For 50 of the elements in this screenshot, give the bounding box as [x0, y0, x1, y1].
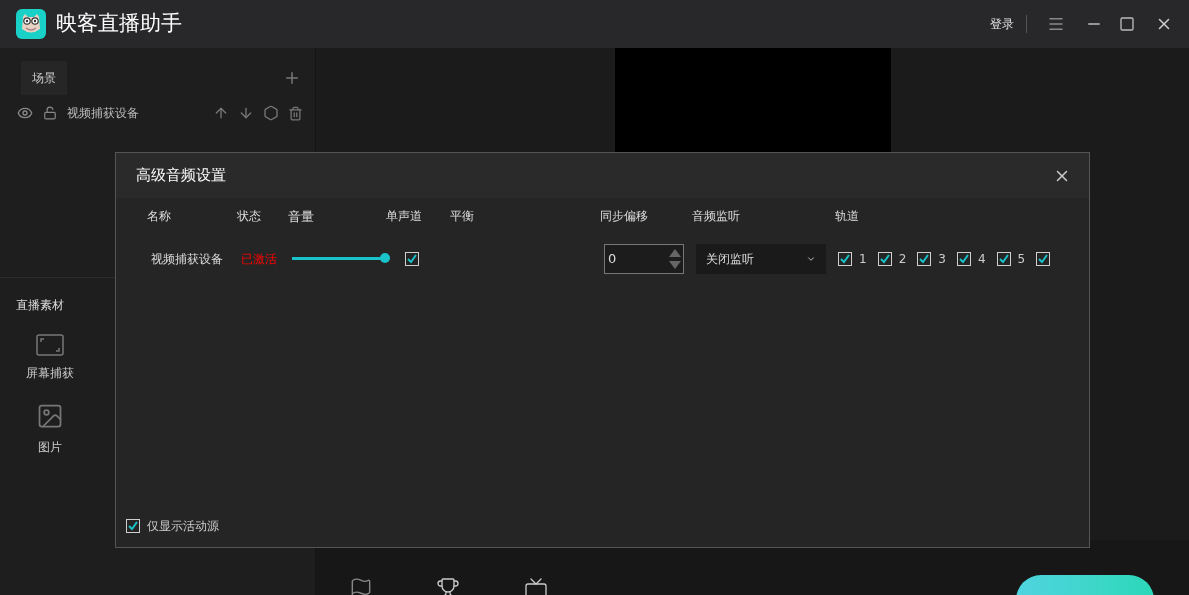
track-label: 1	[859, 250, 867, 268]
checkbox[interactable]	[838, 251, 852, 266]
column-header: 状态	[237, 208, 262, 225]
checkbox[interactable]	[996, 251, 1011, 266]
checkbox[interactable]	[917, 251, 932, 266]
track-label: 4	[977, 250, 986, 268]
checkbox[interactable]	[956, 251, 971, 266]
eye-icon[interactable]	[17, 105, 33, 121]
offset-spinbox[interactable]: 0	[604, 243, 684, 274]
column-header: 平衡	[450, 208, 475, 225]
checkbox[interactable]	[1036, 251, 1051, 266]
delete-icon[interactable]	[288, 105, 303, 121]
unlock-icon[interactable]	[43, 106, 57, 120]
login-link[interactable]: 登录	[990, 15, 1027, 33]
material-button[interactable]: 图片	[0, 402, 100, 456]
menu-icon[interactable]	[1047, 15, 1065, 33]
maximize-icon[interactable]	[1119, 16, 1135, 32]
move-down-icon[interactable]	[238, 105, 254, 121]
material-button[interactable]: 屏幕捕获	[0, 334, 100, 382]
volume-slider[interactable]	[292, 252, 390, 265]
slider-thumb[interactable]	[380, 253, 390, 263]
scene-tab[interactable]: 场景	[21, 61, 67, 95]
section-title: 直播素材	[16, 297, 65, 314]
track-label: 3	[938, 250, 946, 268]
monitor-dropdown[interactable]: 关闭监听	[696, 243, 826, 274]
checkbox-label: 仅显示活动源	[147, 518, 219, 535]
screen-capture-icon	[36, 334, 64, 356]
column-header: 单声道	[386, 208, 423, 225]
checkbox[interactable]	[405, 251, 419, 266]
image-icon	[36, 402, 64, 430]
column-header: 名称	[147, 208, 172, 225]
dialog-title: 高级音频设置	[136, 165, 226, 187]
column-header: 音频监听	[692, 208, 741, 225]
track-label: 5	[1017, 250, 1026, 268]
app-title: 映客直播助手	[56, 10, 182, 38]
owl-logo-icon	[16, 9, 46, 39]
source-name[interactable]: 视频捕获设备	[67, 104, 139, 122]
trophy-icon[interactable]	[436, 577, 460, 595]
checkbox[interactable]	[877, 251, 892, 266]
status-text: 已激活	[241, 250, 278, 268]
settings-icon[interactable]	[263, 105, 279, 121]
move-up-icon[interactable]	[213, 105, 229, 121]
column-header: 同步偏移	[600, 208, 649, 225]
tv-icon[interactable]	[524, 577, 548, 595]
checkbox[interactable]	[126, 519, 140, 533]
track-label: 2	[898, 250, 907, 268]
column-header: 轨道	[835, 208, 860, 225]
column-header: 音量	[288, 208, 315, 226]
add-icon[interactable]	[283, 69, 301, 87]
source-name: 视频捕获设备	[151, 250, 224, 268]
